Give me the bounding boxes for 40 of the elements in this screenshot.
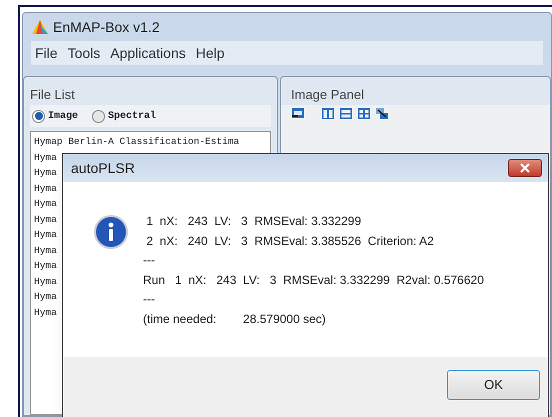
window-title: EnMAP-Box v1.2	[53, 18, 160, 36]
logo-icon	[31, 19, 49, 35]
message-line: Run 1 nX: 243 LV: 3 RMSEval: 3.332299 R2val: 0.576620	[143, 272, 484, 288]
list-entry[interactable]: Hyma	[34, 165, 57, 180]
list-entry[interactable]: Hyma	[34, 304, 57, 320]
radio-button[interactable]	[32, 110, 45, 122]
message-line: ---	[143, 252, 155, 269]
ok-button[interactable]: OK	[447, 370, 540, 400]
list-entry[interactable]: Hyma	[34, 242, 57, 258]
rows-icon[interactable]	[339, 107, 353, 120]
list-entry[interactable]: Hyma	[34, 180, 57, 196]
message-line: 2 nX: 240 LV: 3 RMSEval: 3.385526 Criterion: A2	[145, 232, 434, 250]
list-entry[interactable]: Hyma	[34, 274, 57, 289]
list-entry[interactable]: Hyma	[34, 212, 57, 227]
message-line: (time needed: 28.579000 sec)	[143, 310, 326, 328]
radio-button[interactable]	[92, 110, 106, 122]
grid-icon[interactable]	[357, 107, 371, 120]
single-view-icon[interactable]	[291, 107, 305, 120]
list-entry[interactable]: Hyma	[34, 196, 57, 212]
list-entry[interactable]: Hyma	[34, 150, 57, 165]
menu-item[interactable]: Applications	[110, 42, 186, 64]
panel-title: Image Panel	[290, 86, 365, 104]
radio-label: Spectral	[108, 110, 156, 124]
list-entry[interactable]: Hymap Berlin-A Classification-Estima	[34, 134, 240, 150]
menu-item[interactable]: Help	[196, 42, 225, 64]
message-line: 1 nX: 243 LV: 3 RMSEval: 3.332299	[145, 213, 362, 230]
panel-title: File List	[30, 86, 76, 104]
columns-icon[interactable]	[321, 107, 335, 120]
menu-item[interactable]: Tools	[68, 42, 100, 64]
list-entry[interactable]: Hyma	[34, 258, 57, 274]
close-icon	[520, 163, 530, 173]
list-entry[interactable]: Hyma	[34, 227, 57, 242]
resize-icon[interactable]	[375, 107, 389, 120]
list-entry[interactable]: Hyma	[34, 289, 57, 304]
close-button[interactable]	[508, 159, 542, 177]
dialog-title: autoPLSR	[71, 158, 135, 178]
info-icon	[93, 214, 129, 250]
radio-label: Image	[48, 110, 78, 124]
menu-item[interactable]: File	[35, 42, 58, 64]
message-line: ---	[143, 291, 155, 308]
